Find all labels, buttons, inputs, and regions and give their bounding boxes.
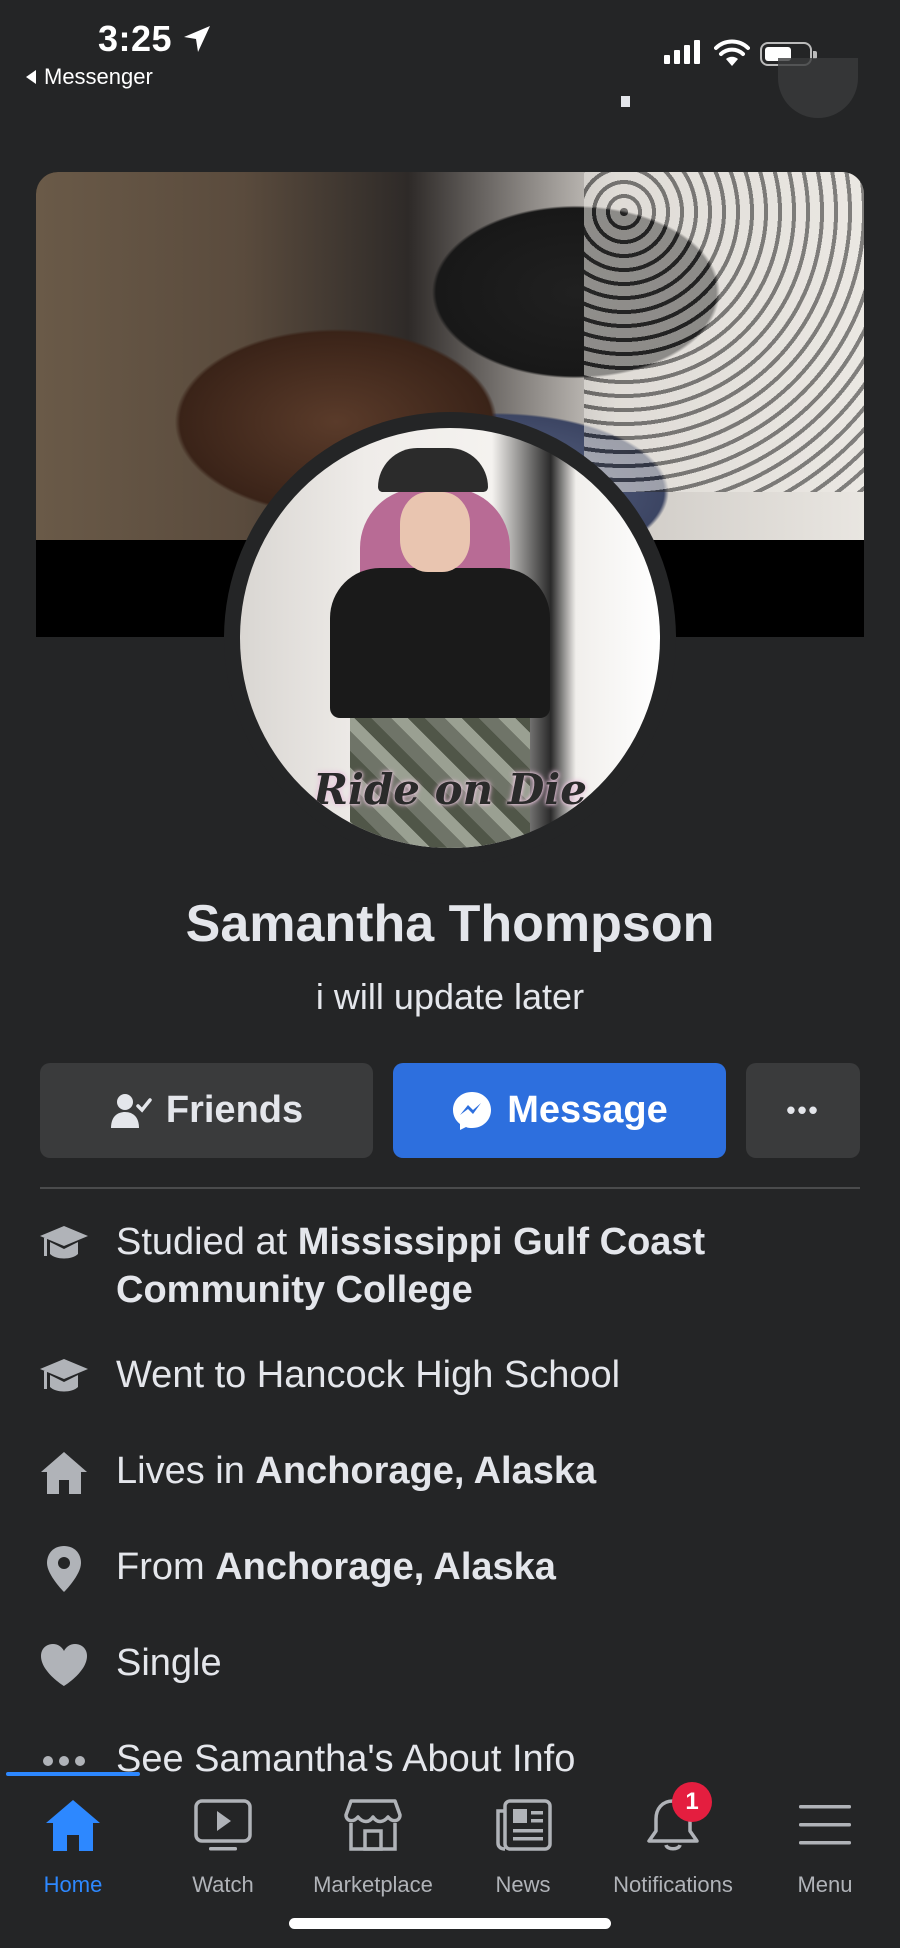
more-dots-icon: ••• bbox=[786, 1095, 820, 1125]
tab-marketplace[interactable]: Marketplace bbox=[298, 1792, 448, 1898]
profile-picture[interactable]: Ride on Die bbox=[240, 428, 660, 848]
home-icon bbox=[40, 1792, 106, 1858]
watch-icon bbox=[190, 1792, 256, 1858]
friends-check-icon bbox=[110, 1093, 152, 1128]
messenger-icon bbox=[453, 1091, 492, 1130]
location-pin-icon bbox=[36, 1543, 92, 1595]
signal-icon bbox=[664, 40, 700, 64]
more-options-button[interactable]: ••• bbox=[746, 1063, 860, 1158]
tab-notifications[interactable]: 1 Notifications bbox=[598, 1782, 748, 1898]
tab-menu-label: Menu bbox=[797, 1872, 853, 1897]
see-about-info[interactable]: See Samantha's About Info bbox=[36, 1735, 866, 1775]
tab-watch[interactable]: Watch bbox=[148, 1792, 298, 1898]
home-indicator[interactable] bbox=[289, 1918, 611, 1929]
message-button[interactable]: Message bbox=[393, 1063, 726, 1158]
tab-notifications-label: Notifications bbox=[613, 1872, 733, 1897]
info-lives-in[interactable]: Lives in Anchorage, Alaska bbox=[36, 1447, 866, 1499]
heart-icon bbox=[36, 1639, 92, 1691]
notifications-badge: 1 bbox=[672, 1782, 712, 1822]
friends-button[interactable]: Friends bbox=[40, 1063, 373, 1158]
divider bbox=[40, 1187, 860, 1189]
profile-name: Samantha Thompson bbox=[185, 895, 715, 953]
relationship-text: Single bbox=[116, 1642, 222, 1684]
tab-home-label: Home bbox=[43, 1872, 103, 1897]
went-to-text: Went to Hancock High School bbox=[116, 1354, 621, 1396]
back-triangle-icon bbox=[26, 70, 36, 84]
profile-picture-ring: Ride on Die bbox=[224, 412, 676, 864]
lives-place[interactable]: Anchorage, Alaska bbox=[255, 1450, 596, 1492]
graduation-cap-icon bbox=[36, 1351, 92, 1403]
tab-menu[interactable]: Menu bbox=[750, 1792, 900, 1898]
info-from[interactable]: From Anchorage, Alaska bbox=[36, 1543, 866, 1595]
friends-label: Friends bbox=[165, 1089, 304, 1131]
header-button-fragment[interactable] bbox=[778, 58, 858, 118]
marketplace-icon bbox=[340, 1792, 406, 1858]
lives-prefix: Lives in bbox=[116, 1450, 256, 1492]
location-arrow-icon bbox=[184, 26, 210, 52]
status-time: 3:25 bbox=[98, 18, 173, 59]
info-relationship[interactable]: Single bbox=[36, 1639, 866, 1691]
menu-icon bbox=[792, 1792, 858, 1858]
back-to-messenger[interactable]: Messenger bbox=[26, 64, 153, 90]
see-about-text: See Samantha's About Info bbox=[116, 1738, 576, 1775]
active-tab-indicator bbox=[6, 1772, 140, 1776]
tab-news-label: News bbox=[495, 1872, 551, 1897]
message-label: Message bbox=[507, 1089, 668, 1131]
tab-home[interactable]: Home bbox=[0, 1792, 148, 1898]
graduation-cap-icon bbox=[36, 1218, 92, 1270]
studied-prefix: Studied at bbox=[116, 1221, 298, 1263]
header-fragment bbox=[621, 96, 630, 107]
profile-bio: i will update later bbox=[315, 976, 585, 1017]
wifi-icon bbox=[714, 39, 750, 66]
tab-marketplace-label: Marketplace bbox=[313, 1872, 433, 1897]
info-went-to[interactable]: Went to Hancock High School bbox=[36, 1351, 866, 1403]
info-studied-at[interactable]: Studied at Mississippi Gulf Coast Commun… bbox=[36, 1218, 866, 1314]
from-prefix: From bbox=[116, 1546, 216, 1588]
news-icon bbox=[490, 1792, 556, 1858]
avatar-caption: Ride on Die bbox=[313, 765, 587, 814]
back-app-label: Messenger bbox=[44, 64, 153, 89]
house-icon bbox=[36, 1447, 92, 1499]
more-dots-icon bbox=[36, 1735, 92, 1775]
tab-watch-label: Watch bbox=[192, 1872, 254, 1897]
tab-news[interactable]: News bbox=[448, 1792, 598, 1898]
bell-icon: 1 bbox=[640, 1782, 712, 1858]
from-place[interactable]: Anchorage, Alaska bbox=[215, 1546, 556, 1588]
